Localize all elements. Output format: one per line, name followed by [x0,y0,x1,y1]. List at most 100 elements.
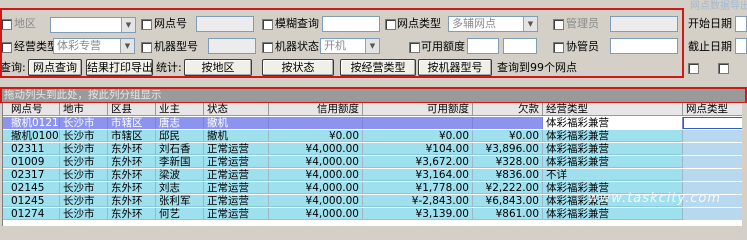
col-header-owner[interactable]: 业主 [156,103,204,116]
cell-status: 正常运营 [204,169,269,181]
cell-credit: ¥4,000.00 [269,195,363,207]
table-row[interactable]: 02311 长沙市 东外环 刘石香 正常运营 ¥4,000.00 ¥104.00… [3,143,742,155]
cell-owner: 张利军 [156,195,204,207]
cell-outlet: 01245 [3,195,60,207]
col-header-status[interactable]: 状态 [204,103,269,116]
cell-outlet: 02145 [3,182,60,194]
cell-outlet: 撤机01001 [3,130,60,142]
start-date-label: 开始日期 [688,17,732,30]
cell-city: 长沙市 [60,195,108,207]
cell-status: 正常运营 [204,182,269,194]
cell-outlet-type [683,130,742,142]
cell-debt: ¥2,222.00 [473,182,543,194]
cell-debt: ¥328.00 [473,156,543,168]
table-row[interactable]: 01009 长沙市 东外环 李新国 正常运营 ¥4,000.00 ¥3,672.… [3,156,742,168]
cell-city: 长沙市 [60,156,108,168]
cell-district: 东外环 [108,169,156,181]
cell-district: 东外环 [108,182,156,194]
cell-debt: ¥836.00 [473,169,543,181]
cell-debt: ¥861.00 [473,208,543,220]
table-row[interactable]: 撤机01214 长沙市 市辖区 唐志 撤机 体彩福彩兼营 [3,117,742,129]
cell-biz-type: 体彩福彩兼营 [543,117,683,129]
cell-owner: 邱民 [156,130,204,142]
cell-owner: 梁波 [156,169,204,181]
cell-outlet: 01274 [3,208,60,220]
col-header-city[interactable]: 地市 [60,103,108,116]
cell-district: 市辖区 [108,117,156,129]
cell-status: 撤机 [204,117,269,129]
cell-outlet: 02317 [3,169,60,181]
col-header-credit[interactable]: 信用额度 [269,103,363,116]
cell-outlet: 撤机01214 [3,117,60,129]
cell-owner: 李新国 [156,156,204,168]
cell-city: 长沙市 [60,182,108,194]
cell-credit: ¥4,000.00 [269,208,363,220]
end-date-input[interactable] [735,38,747,54]
cell-credit: ¥4,000.00 [269,156,363,168]
col-header-district[interactable]: 区县 [108,103,156,116]
col-header-available[interactable]: 可用额度 [363,103,473,116]
col-header-biz-type[interactable]: 经营类型 [543,103,683,116]
cell-available: ¥3,139.00 [363,208,473,220]
col-header-outlet-type[interactable]: 网点类型 [683,103,742,116]
cell-biz-type: 不详 [543,169,683,181]
cell-available: ¥3,672.00 [363,156,473,168]
cell-outlet-type [683,117,742,129]
cell-status: 正常运营 [204,208,269,220]
cell-district: 东外环 [108,195,156,207]
cell-available [363,117,473,129]
end-date-label: 截止日期 [688,40,732,53]
cell-district: 东外环 [108,143,156,155]
cell-district: 东外环 [108,156,156,168]
cell-debt: ¥6,843.00 [473,195,543,207]
table-row[interactable]: 02317 长沙市 东外环 梁波 正常运营 ¥4,000.00 ¥3,164.0… [3,169,742,181]
cell-outlet: 02311 [3,143,60,155]
cell-outlet-type [683,143,742,155]
cell-debt [473,117,543,129]
cell-biz-type: 体彩福彩兼营 [543,208,683,220]
group-hint-text: 拖动列头到此处，按此列分组显示 [4,89,162,101]
cell-city: 长沙市 [60,130,108,142]
cell-biz-type: 体彩福彩兼营 [543,143,683,155]
cell-credit: ¥4,000.00 [269,182,363,194]
cell-outlet: 01009 [3,156,60,168]
start-date-input[interactable] [735,16,747,32]
cell-credit: ¥0.00 [269,130,363,142]
cell-debt: ¥0.00 [473,130,543,142]
cell-status: 正常运营 [204,156,269,168]
cell-owner: 何艺 [156,208,204,220]
cell-district: 市辖区 [108,130,156,142]
cell-status: 撤机 [204,130,269,142]
cell-city: 长沙市 [60,169,108,181]
cell-city: 长沙市 [60,117,108,129]
cell-available: ¥104.00 [363,143,473,155]
cell-owner: 刘石香 [156,143,204,155]
cell-available: ¥1,778.00 [363,182,473,194]
cell-status: 正常运营 [204,143,269,155]
table-row[interactable]: 撤机01001 长沙市 市辖区 邱民 撤机 ¥0.00 ¥0.00 ¥0.00 … [3,130,742,142]
export-hint: 网点数据导出 [690,1,747,12]
cell-district: 东外环 [108,208,156,220]
outlet-grid[interactable]: 网点号 地市 区县 业主 状态 信用额度 可用额度 欠款 经营类型 网点类型 撤… [2,103,742,226]
cell-debt: ¥3,896.00 [473,143,543,155]
cell-owner: 唐志 [156,117,204,129]
cell-credit [269,117,363,129]
cell-status: 正常运营 [204,195,269,207]
cell-biz-type: 体彩福彩兼营 [543,156,683,168]
cell-owner: 刘志 [156,182,204,194]
cell-available: ¥0.00 [363,130,473,142]
grid-header-row: 网点号 地市 区县 业主 状态 信用额度 可用额度 欠款 经营类型 网点类型 [3,103,742,116]
misc-checkbox-2[interactable] [718,63,729,74]
cell-outlet-type [683,169,742,181]
cell-outlet-type [683,156,742,168]
cell-city: 长沙市 [60,143,108,155]
cell-credit: ¥4,000.00 [269,143,363,155]
cell-outlet-type [683,208,742,220]
misc-checkbox[interactable] [688,63,699,74]
col-header-outlet[interactable]: 网点号 [3,103,60,116]
filter-highlight-box [0,8,684,78]
col-header-debt[interactable]: 欠款 [473,103,543,116]
cell-available: ¥3,164.00 [363,169,473,181]
watermark: www.taskcity.com [588,191,721,206]
table-row[interactable]: 01274 长沙市 东外环 何艺 正常运营 ¥4,000.00 ¥3,139.0… [3,208,742,220]
